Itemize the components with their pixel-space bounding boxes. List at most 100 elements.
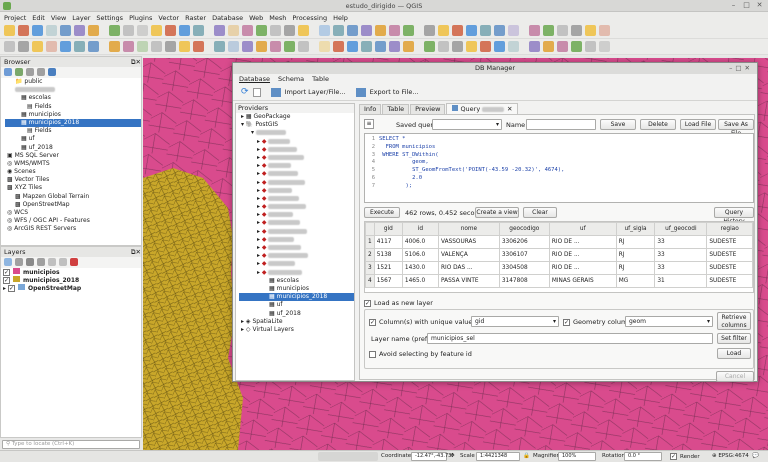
pan-icon[interactable] [522,41,526,52]
layer-visible-checkbox[interactable]: ✓ [8,285,16,293]
provider-item-uf[interactable]: ▦ uf [239,301,354,309]
provider-item-uf-2018[interactable]: ▦ uf_2018 [239,310,354,318]
zoom-out-icon[interactable] [403,25,414,36]
browser-item-wfs-ogc-api-features[interactable]: ◎ WFS / OGC API - Features [5,217,141,225]
menu-table[interactable]: Table [312,74,329,84]
table-cell[interactable]: MG [615,274,656,288]
db-icon[interactable] [284,25,295,36]
new-project-icon[interactable] [585,25,596,36]
select-icon[interactable] [298,41,309,52]
schema-item[interactable]: ▸ ◆ [239,228,354,236]
schema-item[interactable]: ▸ ◆ [239,219,354,227]
save-as-icon[interactable] [480,41,491,52]
clear-button[interactable]: Clear [523,207,557,218]
provider-item-geopackage[interactable]: ▸ ▦ GeoPackage [239,113,354,121]
measure-icon[interactable] [165,25,176,36]
provider-item-municipios-2018[interactable]: ▦ municipios_2018 [239,293,354,302]
table-cell[interactable]: 1465.0 [401,274,440,288]
geometry-column-toggle[interactable]: ✓ Geometry column [563,318,631,326]
schema-item[interactable]: ▸ ◆ [239,211,354,219]
tab-info[interactable]: Info [359,104,382,114]
provider-connection[interactable]: ▾ [239,129,354,137]
load-as-layer-toggle[interactable]: ✓ Load as new layer [364,299,433,307]
menu-help[interactable]: Help [333,14,348,22]
create-view-button[interactable]: Create a view [475,207,519,218]
zoom-full-icon[interactable] [123,25,134,36]
settings-icon[interactable] [529,25,540,36]
column-header-uf_geocodi[interactable]: uf_geocodi [654,222,708,236]
pan-icon[interactable] [375,25,386,36]
zoom-full-icon[interactable] [557,41,568,52]
menu-view[interactable]: View [51,14,66,22]
layout-icon[interactable] [214,41,225,52]
table-cell[interactable]: 5138 [373,248,403,262]
browser-item-scenes[interactable]: ◉ Scenes [5,168,141,176]
print-icon[interactable] [60,25,71,36]
table-cell[interactable]: 5106.0 [401,248,440,262]
help-icon[interactable] [256,25,267,36]
row-number[interactable]: 1 [365,235,375,249]
close-icon[interactable]: ✕ [755,1,764,10]
refresh-icon[interactable]: ⟳ [241,87,249,97]
tab-table[interactable]: Table [382,104,410,114]
load-button[interactable]: Load [717,348,751,359]
identify-icon[interactable] [284,41,295,52]
pan-icon[interactable] [228,41,239,52]
attribute-table-icon[interactable] [179,25,190,36]
messages-icon[interactable]: 💬 [752,453,759,459]
stats-icon[interactable] [46,41,57,52]
browser-item-connection[interactable] [5,86,141,94]
table-row[interactable]: 4 1567 1465.0 PASSA VINTE 3147808 MINAS GERAI… [365,274,753,288]
pan-icon[interactable] [88,25,99,36]
column-header-nome[interactable]: nome [438,222,500,236]
table-row[interactable]: 3 1521 1430.0 RIO DAS ... 3304508 RIO DE ... R… [365,261,753,275]
menu-vector[interactable]: Vector [158,14,179,22]
menu-edit[interactable]: Edit [32,14,45,22]
select-icon[interactable] [4,41,15,52]
browser-item-openstreetmap[interactable]: ▩ OpenStreetMap [5,201,141,209]
provider-item-postgis[interactable]: ▾ 🐘 PostGIS [239,121,354,129]
zoom-full-icon[interactable] [270,41,281,52]
settings-icon[interactable] [389,41,400,52]
schema-item[interactable]: ▸ ◆ [239,269,354,277]
text-icon[interactable] [74,41,85,52]
collapse-all-icon[interactable] [59,258,67,266]
stats-icon[interactable] [480,25,491,36]
table-cell[interactable]: 4117 [373,235,403,249]
minimize-icon[interactable]: – [729,1,738,10]
lock-scale-icon[interactable]: 🔒 [523,453,530,459]
menu-mesh[interactable]: Mesh [269,14,286,22]
schema-item[interactable]: ▸ ◆ [239,252,354,260]
browser-item-escolas[interactable]: ▦ escolas [5,94,141,102]
schema-item[interactable]: ▸ ◆ [239,179,354,187]
plugin-icon[interactable] [375,41,386,52]
table-cell[interactable]: SUDESTE [706,248,753,262]
identify-icon[interactable] [424,25,435,36]
menu-schema[interactable]: Schema [278,74,304,84]
table-cell[interactable]: RJ [615,235,656,249]
menu-raster[interactable]: Raster [185,14,206,22]
avoid-selecting-checkbox[interactable] [369,350,376,358]
stats-icon[interactable] [333,41,344,52]
browser-item-xyz-tiles[interactable]: ▩ XYZ Tiles [5,184,141,192]
map-lock-icon[interactable]: ✥ [450,453,455,459]
maximize-icon[interactable]: □ [742,1,751,10]
print-icon[interactable] [207,41,211,52]
column-header-gid[interactable]: gid [373,222,403,236]
db-icon[interactable] [137,41,148,52]
panel-float-close-icon[interactable]: ⧉✕ [131,247,141,257]
menu-settings[interactable]: Settings [96,14,123,22]
help-icon[interactable] [543,25,554,36]
schema-item[interactable]: ▸ ◆ [239,146,354,154]
expand-all-icon[interactable] [48,258,56,266]
schema-item[interactable]: ▸ ◆ [239,154,354,162]
table-cell[interactable]: RIO DE ... [548,261,617,275]
table-cell[interactable]: VALENÇA [438,248,500,262]
zoom-full-icon[interactable] [417,25,421,36]
results-table-wrapper[interactable]: gid id nome geocodigo uf uf_sigla uf_geocodi re… [364,221,754,293]
measure-icon[interactable] [18,41,29,52]
visibility-icon[interactable] [26,258,34,266]
column-header-id[interactable]: id [401,222,440,236]
schema-item[interactable]: ▸ ◆ [239,187,354,195]
save-query-button[interactable]: Save [600,119,636,130]
